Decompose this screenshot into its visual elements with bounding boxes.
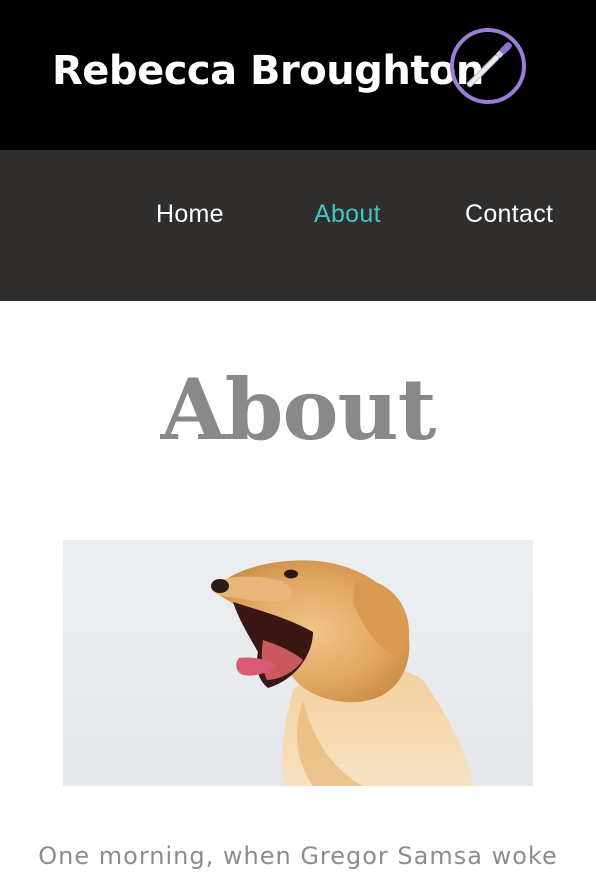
- site-header: Rebecca Broughton: [0, 0, 596, 150]
- page-title: About: [160, 360, 437, 459]
- dog-photo: [63, 540, 533, 786]
- paintbrush-icon[interactable]: [448, 26, 528, 106]
- main-navigation: Home About Contact: [0, 150, 596, 301]
- nav-about-link[interactable]: About: [314, 194, 381, 234]
- site-title[interactable]: Rebecca Broughton: [52, 44, 484, 98]
- nav-contact-link[interactable]: Contact: [465, 194, 553, 234]
- nav-home-link[interactable]: Home: [156, 194, 224, 234]
- body-paragraph: One morning, when Gregor Samsa woke: [38, 842, 558, 870]
